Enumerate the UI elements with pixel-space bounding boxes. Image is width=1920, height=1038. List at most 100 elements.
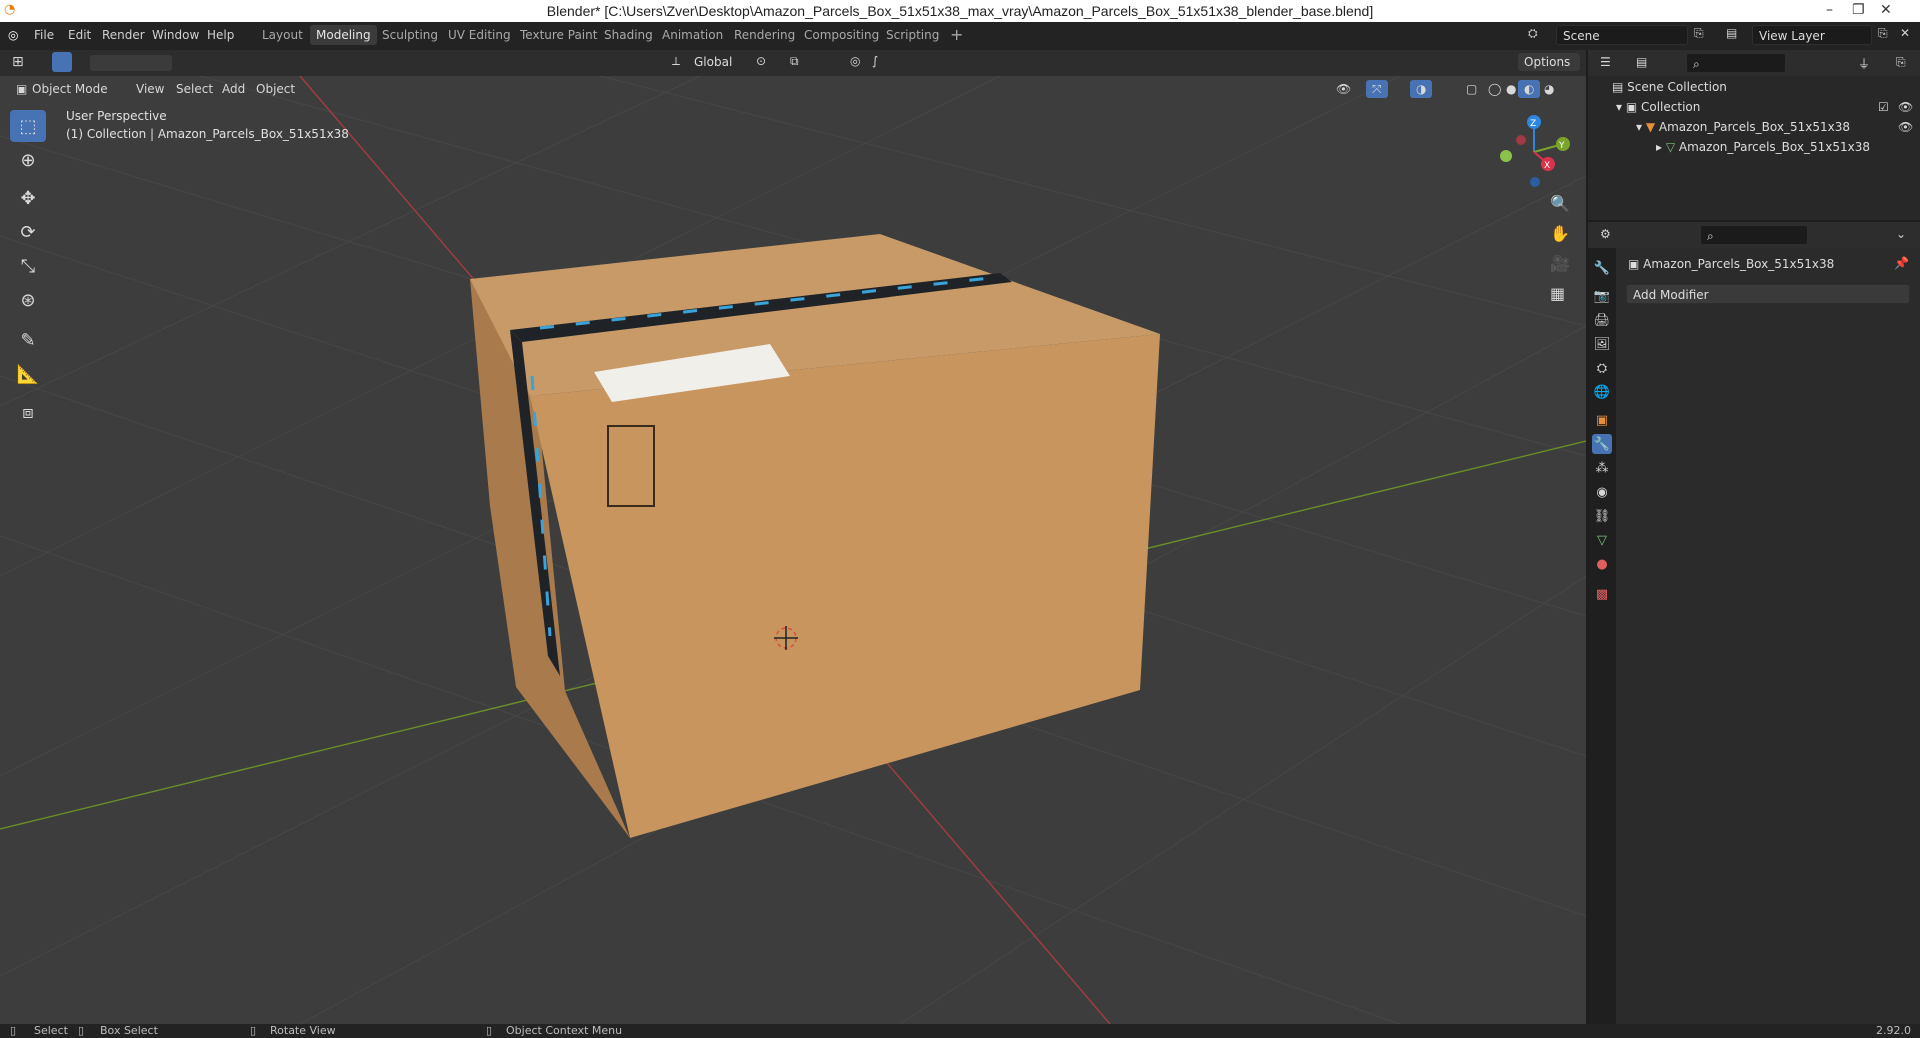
outliner-mesh[interactable]: ▸ ▽ Amazon_Parcels_Box_51x51x38 [1656,137,1870,157]
3d-viewport[interactable]: Z Y X ▣ Object Mode View Select Add Obje… [0,76,1586,1024]
menu-select[interactable]: Select [170,80,219,98]
pan-hand-icon[interactable]: ✋ [1550,224,1570,243]
scene-icon[interactable]: ⛭ [1528,26,1538,41]
outliner-collection[interactable]: ▾ ▣ Collection [1616,97,1700,117]
tab-modeling[interactable]: Modeling [310,25,377,45]
orientation-dropdown[interactable]: Global [688,53,746,71]
exclude-checkbox[interactable]: ☑ [1878,100,1889,114]
scene-tab-icon[interactable]: ⛭ [1592,358,1612,378]
menu-render[interactable]: Render [102,28,145,42]
tab-compositing[interactable]: Compositing [798,25,885,45]
measure-tool-icon[interactable]: 📐 [10,358,46,390]
options-dropdown[interactable]: Options [1518,53,1580,71]
filter-icon[interactable]: ⏚ [1858,55,1870,72]
view-layer-icon[interactable]: ▤ [1726,26,1737,40]
add-modifier-dropdown[interactable]: Add Modifier [1626,284,1910,304]
new-collection-icon[interactable]: ⎘ [1896,55,1906,70]
render-tab-icon[interactable]: 📷 [1592,286,1612,306]
menu-file[interactable]: File [34,28,54,42]
outliner-scene-collection[interactable]: ▤ Scene Collection [1612,77,1727,97]
physics-tab-icon[interactable]: ◉ [1592,482,1612,502]
outliner-object[interactable]: ▾ ▼ Amazon_Parcels_Box_51x51x38 [1636,117,1850,137]
transform-tool-icon[interactable]: ⊛ [10,284,46,316]
world-tab-icon[interactable]: 🌐 [1592,382,1612,402]
modifier-tab-icon[interactable]: 🔧 [1592,434,1612,454]
falloff-icon[interactable]: ∫ [872,54,878,68]
editor-type-icon[interactable]: ⊞ [12,54,24,70]
zoom-icon[interactable]: 🔍 [1550,194,1570,213]
output-tab-icon[interactable]: 🖨 [1592,310,1612,330]
xray-icon[interactable]: ▢ [1460,80,1483,98]
add-cube-tool-icon[interactable]: ⧈ [10,396,46,428]
blender-menu-icon[interactable]: ◎ [8,28,18,42]
menu-edit[interactable]: Edit [68,28,91,42]
menu-help[interactable]: Help [207,28,234,42]
texture-tab-icon[interactable]: ▩ [1592,584,1612,604]
new-view-layer-icon[interactable]: ⎘ [1878,26,1888,41]
tab-shading[interactable]: Shading [598,25,659,45]
proportional-edit-icon[interactable]: ◎ [850,54,860,68]
outliner-editor-icon[interactable]: ☰ [1600,55,1611,69]
tool-header: ⊞ ⟂ Global ⊙ ⧉ ◎ ∫ Options [0,50,1586,76]
outliner-search-input[interactable]: ⌕ [1686,53,1786,73]
ortho-grid-icon[interactable]: ▦ [1550,284,1565,303]
pivot-icon[interactable]: ⊙ [756,54,766,68]
tab-rendering[interactable]: Rendering [728,25,801,45]
remove-view-layer-icon[interactable]: ✕ [1900,26,1910,40]
display-mode-icon[interactable]: ▤ [1636,55,1647,69]
new-scene-icon[interactable]: ⎘ [1694,26,1704,41]
collection-info-label: (1) Collection | Amazon_Parcels_Box_51x5… [66,127,349,141]
properties-options-icon[interactable]: ⌄ [1896,227,1906,241]
select-box-tool-icon[interactable]: ⬚ [10,110,46,142]
menu-add[interactable]: Add [216,80,251,98]
restore-icon[interactable]: ❐ [1852,2,1865,18]
scale-tool-icon[interactable]: ⤡ [10,250,46,282]
minimize-icon[interactable]: – [1826,2,1833,18]
orientation-icon[interactable]: ⟂ [672,54,680,69]
object-mode-dropdown[interactable]: Object Mode [26,80,114,98]
annotate-tool-icon[interactable]: ✎ [10,324,46,356]
tab-texture-paint[interactable]: Texture Paint [514,25,603,45]
tab-layout[interactable]: Layout [256,25,309,45]
visibility-icon[interactable]: 👁 [1330,80,1357,98]
properties-editor-icon[interactable]: ⚙ [1600,227,1611,241]
tab-uv-editing[interactable]: UV Editing [442,25,517,45]
select-tool-icon[interactable] [52,52,72,72]
particles-tab-icon[interactable]: ⁂ [1592,458,1612,478]
snap-icon[interactable]: ⧉ [790,54,799,69]
selection-mode-buttons[interactable] [90,55,172,71]
material-tab-icon[interactable]: ● [1592,554,1612,574]
properties-tabs: 🔧 📷 🖨 🖼 ⛭ 🌐 ▣ 🔧 ⁂ ◉ ⛓ ▽ ● ▩ [1588,248,1616,1024]
expand-arrow-icon[interactable]: ▸ [1656,140,1666,154]
tab-sculpting[interactable]: Sculpting [376,25,444,45]
gizmo-toggle-icon[interactable]: ⤧ [1366,80,1388,98]
outliner-header: ☰ ▤ ⌕ ⏚ ⎘ [1588,50,1920,76]
overlay-toggle-icon[interactable]: ◑ [1410,80,1433,98]
view-layer-field[interactable]: View Layer [1752,25,1872,45]
object-tab-icon[interactable]: ▣ [1592,410,1612,430]
close-icon[interactable]: ✕ [1880,2,1892,18]
tab-animation[interactable]: Animation [656,25,729,45]
expand-arrow-icon[interactable]: ▾ [1616,100,1626,114]
menu-window[interactable]: Window [152,28,199,42]
rendered-shading-icon[interactable]: ◕ [1538,80,1560,98]
properties-search-input[interactable]: ⌕ [1700,225,1808,245]
rotate-tool-icon[interactable]: ⟳ [10,216,46,248]
camera-view-icon[interactable]: 🎥 [1550,254,1570,273]
move-tool-icon[interactable]: ✥ [10,182,46,214]
collection-visibility-icon[interactable]: 👁 [1898,100,1913,114]
scene-field[interactable]: Scene [1556,25,1688,45]
mesh-data-tab-icon[interactable]: ▽ [1592,530,1612,550]
view-layer-tab-icon[interactable]: 🖼 [1592,334,1612,354]
top-bar: ◎ File Edit Render Window Help Layout Mo… [0,22,1920,50]
menu-view[interactable]: View [130,80,170,98]
cursor-tool-icon[interactable]: ⊕ [10,144,46,176]
expand-arrow-icon[interactable]: ▾ [1636,120,1646,134]
constraints-tab-icon[interactable]: ⛓ [1592,506,1612,526]
menu-object[interactable]: Object [250,80,301,98]
tool-tab-icon[interactable]: 🔧 [1592,258,1612,278]
tab-scripting[interactable]: Scripting [880,25,945,45]
pin-icon[interactable]: 📌 [1894,256,1909,270]
add-workspace-icon[interactable]: + [944,25,969,45]
object-visibility-icon[interactable]: 👁 [1898,120,1913,134]
